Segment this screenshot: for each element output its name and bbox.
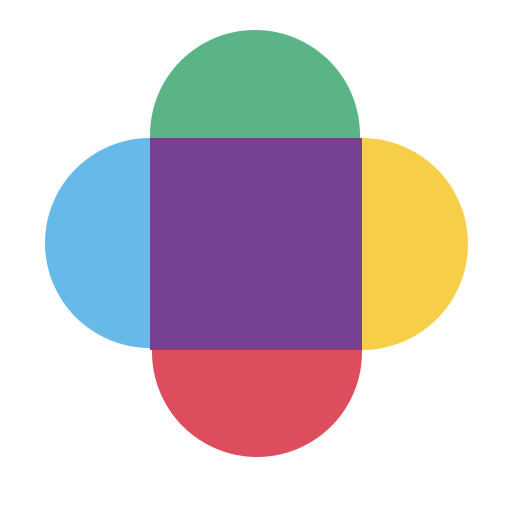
center-square — [150, 138, 362, 350]
bottom-petal — [152, 348, 362, 457]
top-petal — [150, 30, 360, 140]
right-petal — [358, 138, 468, 350]
logo-canvas — [0, 0, 512, 512]
four-petal-logo-icon — [45, 30, 468, 457]
left-petal — [45, 138, 152, 348]
